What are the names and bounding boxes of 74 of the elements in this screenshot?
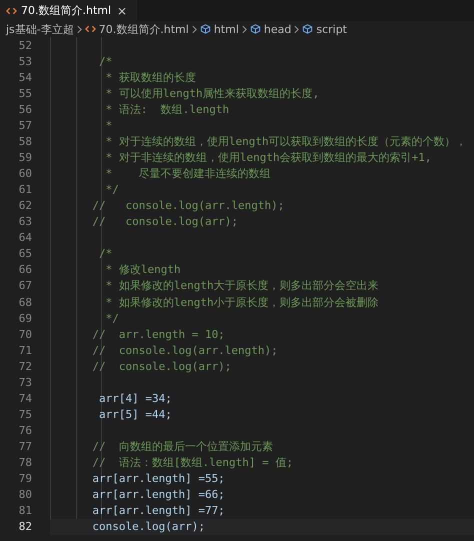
code-line: arr[arr.length] =55; (91, 472, 225, 486)
breadcrumb-item[interactable]: script (302, 22, 347, 36)
breadcrumb-item[interactable]: head (250, 22, 292, 36)
code-comment: * (104, 118, 112, 132)
line-number: 58 (18, 134, 32, 148)
editor-tab[interactable]: 70.数组简介.html × (0, 0, 138, 21)
line-number: 76 (18, 424, 32, 438)
code-comment: * 修改length (104, 262, 181, 278)
line-number: 66 (18, 263, 32, 276)
code-comment: * 对于非连续的数组，使用length会获取到数组的最大的索引+1, (104, 150, 432, 165)
code-icon (6, 6, 17, 16)
chevron-icon (192, 24, 197, 34)
chevron-icon (294, 24, 300, 34)
breadcrumb-item[interactable]: 70.数组简介.html (84, 22, 189, 36)
cube-icon (302, 24, 314, 34)
code-line: arr[arr.length] =66; (91, 488, 225, 502)
code-comment: // 向数组的最后一个位置添加元素 (91, 439, 273, 454)
code-comment: // console.log(arr); (91, 360, 232, 373)
code-comment: */ (104, 312, 119, 325)
breadcrumb-item[interactable]: html (200, 22, 239, 36)
line-number: 65 (18, 247, 32, 260)
code-comment: // arr.length = 10; (91, 328, 225, 341)
line-number: 53 (18, 54, 32, 68)
code-line: arr[4] =34; (98, 392, 172, 405)
line-number: 63 (18, 215, 32, 228)
close-button[interactable]: × (115, 4, 130, 18)
line-number: 79 (18, 472, 32, 486)
code-comment: // console.log(arr.length); (91, 199, 284, 212)
line-number: 55 (18, 86, 32, 100)
code-icon (84, 24, 96, 34)
line-number: 73 (18, 376, 32, 389)
code-comment: * 如果修改的length大于原长度，则多出部分会空出来 (104, 278, 379, 294)
code-comment: // console.log(arr.length); (91, 344, 278, 357)
line-number: 78 (18, 456, 32, 470)
code-comment: * 如果修改的length小于原长度，则多出部分会被删除 (104, 294, 379, 310)
code-comment: * 可以使用length属性来获取数组的长度, (104, 86, 320, 101)
code-line: arr[arr.length] =77; (91, 504, 225, 518)
line-number: 52 (18, 38, 32, 52)
line-number: 72 (18, 360, 32, 373)
line-number: 80 (18, 488, 32, 502)
code-comment: * 获取数组的长度 (104, 70, 196, 85)
line-number: 68 (18, 296, 32, 309)
line-number: 70 (18, 328, 32, 341)
line-number: 81 (18, 504, 32, 518)
code-line: arr[5] =44; (98, 408, 172, 421)
line-number: 62 (18, 199, 32, 212)
code-comment: * 对于连续的数组，使用length可以获取到数组的长度（元素的个数）， (104, 134, 467, 149)
cube-icon (250, 24, 261, 34)
line-number: 71 (18, 344, 32, 357)
cube-icon (200, 24, 211, 34)
code-comment: */ (104, 183, 119, 196)
code-comment: /* (98, 54, 112, 68)
code-line: console.log(arr); (91, 520, 205, 534)
line-number: 67 (18, 279, 32, 292)
line-number: 59 (18, 150, 32, 164)
code-comment: * 尽量不要创建非连续的数组 (104, 166, 271, 182)
chevron-icon (76, 24, 82, 34)
line-number: 74 (18, 392, 32, 405)
code-comment: * 语法: 数组.length (104, 102, 230, 117)
code-comment: // 语法：数组[数组.length] = 值; (91, 455, 293, 470)
line-number: 60 (18, 167, 32, 180)
line-number: 75 (18, 408, 32, 421)
line-number: 77 (18, 440, 32, 454)
chevron-icon (242, 24, 247, 34)
line-number: 57 (18, 118, 32, 132)
line-number: 54 (18, 70, 32, 84)
code-comment: // console.log(arr); (91, 215, 238, 228)
code-comment: /* (98, 247, 112, 260)
line-number: 82 (18, 520, 32, 534)
line-number: 56 (18, 102, 32, 116)
breadcrumb-item[interactable]: js基础-李立超 (6, 22, 74, 36)
line-number: 64 (18, 231, 32, 244)
line-number: 69 (18, 312, 32, 325)
line-number: 61 (18, 183, 32, 196)
